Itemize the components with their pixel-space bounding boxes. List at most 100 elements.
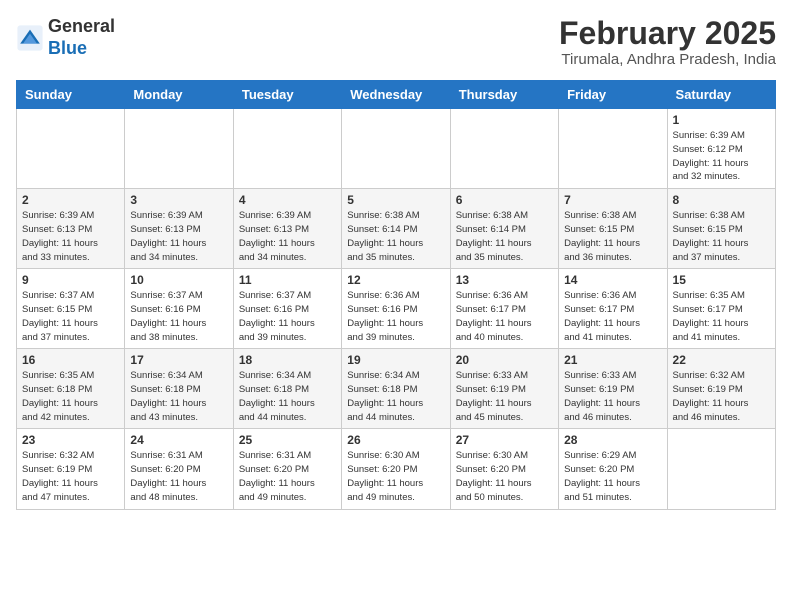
day-number: 24	[130, 433, 227, 447]
calendar-day-cell: 7 Sunrise: 6:38 AM Sunset: 6:15 PM Daylig…	[559, 189, 667, 269]
calendar-day-header: Monday	[125, 81, 233, 109]
day-info: Sunrise: 6:29 AM Sunset: 6:20 PM Dayligh…	[564, 449, 661, 504]
calendar-day-header: Sunday	[17, 81, 125, 109]
day-number: 21	[564, 353, 661, 367]
calendar-day-cell: 1Sunrise: 6:39 AM Sunset: 6:12 PM Daylig…	[667, 109, 775, 189]
day-number: 9	[22, 273, 119, 287]
calendar-week-row: 9 Sunrise: 6:37 AM Sunset: 6:15 PM Daylig…	[17, 269, 776, 349]
day-info: Sunrise: 6:38 AM Sunset: 6:15 PM Dayligh…	[564, 209, 661, 264]
day-info: Sunrise: 6:36 AM Sunset: 6:17 PM Dayligh…	[456, 289, 553, 344]
day-number: 7	[564, 193, 661, 207]
day-info: Sunrise: 6:34 AM Sunset: 6:18 PM Dayligh…	[130, 369, 227, 424]
day-number: 6	[456, 193, 553, 207]
calendar-day-cell	[342, 109, 450, 189]
calendar-day-cell: 6 Sunrise: 6:38 AM Sunset: 6:14 PM Daylig…	[450, 189, 558, 269]
calendar-day-cell: 28 Sunrise: 6:29 AM Sunset: 6:20 PM Dayli…	[559, 429, 667, 509]
day-number: 18	[239, 353, 336, 367]
day-info: Sunrise: 6:36 AM Sunset: 6:16 PM Dayligh…	[347, 289, 444, 344]
day-info: Sunrise: 6:37 AM Sunset: 6:15 PM Dayligh…	[22, 289, 119, 344]
day-info: Sunrise: 6:38 AM Sunset: 6:14 PM Dayligh…	[347, 209, 444, 264]
day-number: 8	[673, 193, 770, 207]
day-info: Sunrise: 6:31 AM Sunset: 6:20 PM Dayligh…	[239, 449, 336, 504]
day-number: 17	[130, 353, 227, 367]
day-number: 14	[564, 273, 661, 287]
logo-icon	[16, 24, 44, 52]
logo-general-text: General	[48, 16, 115, 36]
calendar-day-cell	[559, 109, 667, 189]
day-info: Sunrise: 6:37 AM Sunset: 6:16 PM Dayligh…	[130, 289, 227, 344]
day-number: 4	[239, 193, 336, 207]
day-number: 27	[456, 433, 553, 447]
calendar-day-cell: 24 Sunrise: 6:31 AM Sunset: 6:20 PM Dayli…	[125, 429, 233, 509]
calendar-day-cell: 20 Sunrise: 6:33 AM Sunset: 6:19 PM Dayli…	[450, 349, 558, 429]
day-info: Sunrise: 6:39 AM Sunset: 6:13 PM Dayligh…	[22, 209, 119, 264]
day-info: Sunrise: 6:31 AM Sunset: 6:20 PM Dayligh…	[130, 449, 227, 504]
day-info: Sunrise: 6:33 AM Sunset: 6:19 PM Dayligh…	[456, 369, 553, 424]
day-number: 16	[22, 353, 119, 367]
calendar-day-header: Tuesday	[233, 81, 341, 109]
calendar-day-cell: 10 Sunrise: 6:37 AM Sunset: 6:16 PM Dayli…	[125, 269, 233, 349]
calendar-day-cell: 23Sunrise: 6:32 AM Sunset: 6:19 PM Dayli…	[17, 429, 125, 509]
day-info: Sunrise: 6:32 AM Sunset: 6:19 PM Dayligh…	[673, 369, 770, 424]
month-year-title: February 2025	[559, 16, 776, 51]
day-number: 12	[347, 273, 444, 287]
day-info: Sunrise: 6:39 AM Sunset: 6:12 PM Dayligh…	[673, 129, 770, 184]
day-info: Sunrise: 6:35 AM Sunset: 6:17 PM Dayligh…	[673, 289, 770, 344]
calendar-table: SundayMondayTuesdayWednesdayThursdayFrid…	[16, 80, 776, 509]
calendar-day-cell	[450, 109, 558, 189]
day-number: 10	[130, 273, 227, 287]
day-info: Sunrise: 6:37 AM Sunset: 6:16 PM Dayligh…	[239, 289, 336, 344]
day-number: 20	[456, 353, 553, 367]
calendar-day-cell: 9 Sunrise: 6:37 AM Sunset: 6:15 PM Daylig…	[17, 269, 125, 349]
calendar-day-cell: 2 Sunrise: 6:39 AM Sunset: 6:13 PM Daylig…	[17, 189, 125, 269]
calendar-day-cell: 16Sunrise: 6:35 AM Sunset: 6:18 PM Dayli…	[17, 349, 125, 429]
day-info: Sunrise: 6:38 AM Sunset: 6:15 PM Dayligh…	[673, 209, 770, 264]
page-header: General Blue February 2025 Tirumala, And…	[16, 16, 776, 68]
day-number: 11	[239, 273, 336, 287]
calendar-day-header: Wednesday	[342, 81, 450, 109]
day-info: Sunrise: 6:33 AM Sunset: 6:19 PM Dayligh…	[564, 369, 661, 424]
location-subtitle: Tirumala, Andhra Pradesh, India	[559, 51, 776, 68]
day-number: 2	[22, 193, 119, 207]
day-info: Sunrise: 6:30 AM Sunset: 6:20 PM Dayligh…	[456, 449, 553, 504]
day-number: 13	[456, 273, 553, 287]
title-area: February 2025 Tirumala, Andhra Pradesh, …	[559, 16, 776, 68]
calendar-day-cell: 14 Sunrise: 6:36 AM Sunset: 6:17 PM Dayli…	[559, 269, 667, 349]
calendar-day-cell: 21 Sunrise: 6:33 AM Sunset: 6:19 PM Dayli…	[559, 349, 667, 429]
day-info: Sunrise: 6:30 AM Sunset: 6:20 PM Dayligh…	[347, 449, 444, 504]
calendar-week-row: 1Sunrise: 6:39 AM Sunset: 6:12 PM Daylig…	[17, 109, 776, 189]
calendar-day-cell: 22Sunrise: 6:32 AM Sunset: 6:19 PM Dayli…	[667, 349, 775, 429]
calendar-week-row: 2 Sunrise: 6:39 AM Sunset: 6:13 PM Daylig…	[17, 189, 776, 269]
calendar-day-cell: 17 Sunrise: 6:34 AM Sunset: 6:18 PM Dayli…	[125, 349, 233, 429]
calendar-day-cell: 13 Sunrise: 6:36 AM Sunset: 6:17 PM Dayli…	[450, 269, 558, 349]
calendar-day-cell: 26Sunrise: 6:30 AM Sunset: 6:20 PM Dayli…	[342, 429, 450, 509]
day-number: 28	[564, 433, 661, 447]
day-number: 25	[239, 433, 336, 447]
calendar-day-cell: 5 Sunrise: 6:38 AM Sunset: 6:14 PM Daylig…	[342, 189, 450, 269]
calendar-day-header: Friday	[559, 81, 667, 109]
calendar-day-cell	[125, 109, 233, 189]
calendar-day-cell: 18 Sunrise: 6:34 AM Sunset: 6:18 PM Dayli…	[233, 349, 341, 429]
calendar-header-row: SundayMondayTuesdayWednesdayThursdayFrid…	[17, 81, 776, 109]
day-info: Sunrise: 6:32 AM Sunset: 6:19 PM Dayligh…	[22, 449, 119, 504]
day-number: 5	[347, 193, 444, 207]
day-info: Sunrise: 6:39 AM Sunset: 6:13 PM Dayligh…	[130, 209, 227, 264]
calendar-day-cell	[667, 429, 775, 509]
day-number: 19	[347, 353, 444, 367]
calendar-day-cell: 27 Sunrise: 6:30 AM Sunset: 6:20 PM Dayli…	[450, 429, 558, 509]
day-info: Sunrise: 6:36 AM Sunset: 6:17 PM Dayligh…	[564, 289, 661, 344]
calendar-day-cell: 19 Sunrise: 6:34 AM Sunset: 6:18 PM Dayli…	[342, 349, 450, 429]
day-info: Sunrise: 6:39 AM Sunset: 6:13 PM Dayligh…	[239, 209, 336, 264]
calendar-day-cell: 12 Sunrise: 6:36 AM Sunset: 6:16 PM Dayli…	[342, 269, 450, 349]
calendar-week-row: 16Sunrise: 6:35 AM Sunset: 6:18 PM Dayli…	[17, 349, 776, 429]
calendar-day-cell: 4 Sunrise: 6:39 AM Sunset: 6:13 PM Daylig…	[233, 189, 341, 269]
day-info: Sunrise: 6:34 AM Sunset: 6:18 PM Dayligh…	[347, 369, 444, 424]
calendar-day-cell: 15Sunrise: 6:35 AM Sunset: 6:17 PM Dayli…	[667, 269, 775, 349]
day-info: Sunrise: 6:34 AM Sunset: 6:18 PM Dayligh…	[239, 369, 336, 424]
logo-blue-text: Blue	[48, 38, 87, 58]
day-info: Sunrise: 6:38 AM Sunset: 6:14 PM Dayligh…	[456, 209, 553, 264]
logo: General Blue	[16, 16, 115, 59]
calendar-day-header: Thursday	[450, 81, 558, 109]
calendar-day-cell: 11 Sunrise: 6:37 AM Sunset: 6:16 PM Dayli…	[233, 269, 341, 349]
calendar-day-header: Saturday	[667, 81, 775, 109]
